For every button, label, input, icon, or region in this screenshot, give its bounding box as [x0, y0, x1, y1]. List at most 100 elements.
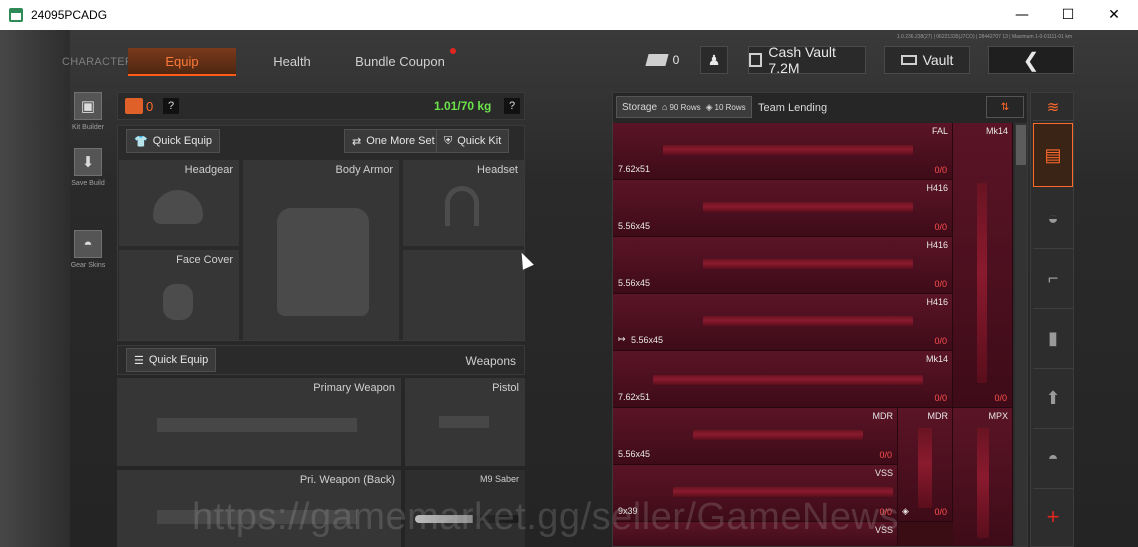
rifle-icon [703, 202, 913, 212]
quick-kit-button[interactable]: ⛨ Quick Kit [436, 129, 510, 153]
storage-item[interactable]: MDR ◈ 0/0 [898, 408, 953, 522]
smg-vertical-icon [977, 428, 989, 538]
vault-label: Vault [922, 52, 954, 68]
storage-item[interactable]: H416 5.56x45 0/0 [613, 180, 953, 237]
close-button[interactable]: ✕ [1091, 0, 1137, 30]
item-count: 0/0 [879, 507, 892, 517]
cat-armor-icon[interactable]: ◒ [1033, 189, 1073, 249]
storage-item[interactable]: MDR 5.56x45 0/0 [613, 408, 898, 465]
slot-pistol[interactable]: Pistol [405, 378, 525, 466]
helmet-silhouette-icon [153, 190, 203, 224]
cat-ammo-icon[interactable]: ⬆ [1033, 369, 1073, 429]
item-name: H416 [926, 183, 948, 193]
link-icon: ↦ [618, 334, 626, 344]
minimize-button[interactable]: — [999, 0, 1045, 30]
slot-face-cover-label: Face Cover [176, 254, 233, 266]
item-name: H416 [926, 297, 948, 307]
rifle-icon [693, 430, 863, 440]
storage-item[interactable]: Mk14 0/0 [953, 123, 1013, 408]
vault-icon [900, 55, 917, 65]
item-count: 0/0 [934, 336, 947, 346]
quick-kit-label: Quick Kit [457, 135, 502, 147]
slot-headgear[interactable]: Headgear [119, 160, 239, 246]
coupon-count: 0 [672, 53, 680, 67]
back-button[interactable]: ❮ [988, 46, 1074, 74]
cash-icon [749, 53, 763, 67]
item-name: FAL [931, 126, 948, 136]
cat-magazine-icon[interactable]: ▮ [1033, 309, 1073, 369]
slot-pri-back-label: Pri. Weapon (Back) [299, 474, 395, 486]
rifle-silhouette-icon [157, 418, 357, 432]
slot-body-armor[interactable]: Body Armor [243, 160, 399, 340]
item-count: 0/0 [934, 507, 947, 517]
rifle-vertical-icon [977, 183, 987, 383]
tab-health[interactable]: Health [250, 48, 334, 76]
item-ammo: 5.56x45 [618, 221, 651, 231]
storage-tabs: Storage ⌂ 90 Rows ◈ 10 Rows Team Lending… [613, 93, 1027, 123]
one-more-set-button[interactable]: ⇄ One More Set [344, 129, 443, 153]
agent-icon: ♟ [707, 51, 721, 68]
cat-rifle-icon[interactable]: ⌐ [1033, 249, 1073, 309]
cat-add-icon[interactable]: + [1033, 489, 1073, 545]
weight-help-button[interactable]: ? [504, 98, 520, 114]
category-rail: ≋ ▤ ◒ ⌐ ▮ ⬆ ◓ + [1030, 92, 1074, 547]
sort-button[interactable]: ⇅ [986, 96, 1024, 118]
item-ammo: 9x39 [618, 506, 638, 516]
storage-item[interactable]: VSS [613, 522, 898, 546]
rifle-icon [703, 259, 913, 269]
sort-icon: ⇅ [1000, 101, 1010, 113]
window-title: 24095PCADG [31, 8, 108, 22]
loadout-help-button[interactable]: ? [163, 98, 179, 114]
save-build-button[interactable]: ⬇ Save Build [62, 148, 114, 187]
coupon-counter[interactable]: 0 [640, 46, 686, 74]
agent-button[interactable]: ♟ [700, 46, 728, 74]
tab-character[interactable]: CHARACTER [62, 48, 133, 76]
vault-button[interactable]: Vault [884, 46, 970, 74]
kit-builder-label: Kit Builder [72, 124, 104, 131]
cash-vault-button[interactable]: Cash Vault 7.2M [748, 44, 866, 76]
scroll-thumb[interactable] [1016, 125, 1026, 165]
slot-face-cover[interactable]: Face Cover [119, 250, 239, 340]
slot-primary-weapon[interactable]: Primary Weapon [117, 378, 401, 466]
rifle-vertical-icon [918, 428, 932, 508]
slot-melee-label: M9 Saber [479, 474, 519, 484]
storage-item[interactable]: H416 ↦ 5.56x45 0/0 [613, 294, 953, 351]
tab-team-lending[interactable]: Team Lending [753, 97, 832, 119]
storage-panel: Storage ⌂ 90 Rows ◈ 10 Rows Team Lending… [612, 92, 1028, 547]
storage-item[interactable]: Mk14 7.62x51 0/0 [613, 351, 953, 408]
item-ammo: 7.62x51 [618, 164, 651, 174]
shirt-icon: 👕 [134, 135, 148, 148]
slot-headset[interactable]: Headset [403, 160, 524, 246]
slot-melee[interactable]: M9 Saber [405, 470, 525, 547]
rifle-icon [653, 375, 923, 385]
storage-item[interactable]: MPX [953, 408, 1013, 546]
weapons-quick-equip-button[interactable]: ☰ Quick Equip [126, 348, 217, 372]
slot-primary-label: Primary Weapon [313, 382, 395, 394]
gear-skins-button[interactable]: ◓ Gear Skins [62, 230, 114, 269]
rifle-icon [703, 316, 913, 326]
storage-item[interactable]: VSS 9x39 0/0 [613, 465, 898, 522]
item-ammo: 5.56x45 [618, 449, 651, 459]
tab-bundle-coupon[interactable]: Bundle Coupon [350, 48, 450, 76]
slot-pri-weapon-back[interactable]: Pri. Weapon (Back) [117, 470, 401, 547]
tag-icon: ◈ [902, 506, 909, 516]
item-name: MDR [927, 411, 949, 421]
storage-item[interactable]: FAL 7.62x51 0/0 [613, 123, 953, 180]
kit-builder-button[interactable]: ▣ Kit Builder [62, 92, 114, 131]
tab-storage[interactable]: Storage ⌂ 90 Rows ◈ 10 Rows [616, 96, 752, 118]
storage-item[interactable]: H416 5.56x45 0/0 [613, 237, 953, 294]
cat-storage-icon[interactable]: ▤ [1033, 123, 1073, 187]
cat-gear-icon[interactable]: ◓ [1033, 429, 1073, 489]
headset-silhouette-icon [445, 186, 479, 226]
notification-dot [450, 48, 456, 54]
ticket-icon [645, 54, 669, 66]
quick-equip-button[interactable]: 👕 Quick Equip [126, 129, 221, 153]
storage-scrollbar[interactable] [1015, 123, 1027, 546]
weapons-header: ☰ Quick Equip Weapons [117, 345, 525, 375]
rows-b-label: 10 Rows [714, 102, 746, 112]
slot-body-armor-label: Body Armor [335, 164, 393, 176]
cat-all-icon[interactable]: ≋ [1033, 93, 1073, 121]
tab-equip[interactable]: Equip [128, 48, 236, 76]
vest-icon [125, 98, 143, 114]
maximize-button[interactable]: ☐ [1045, 0, 1091, 30]
